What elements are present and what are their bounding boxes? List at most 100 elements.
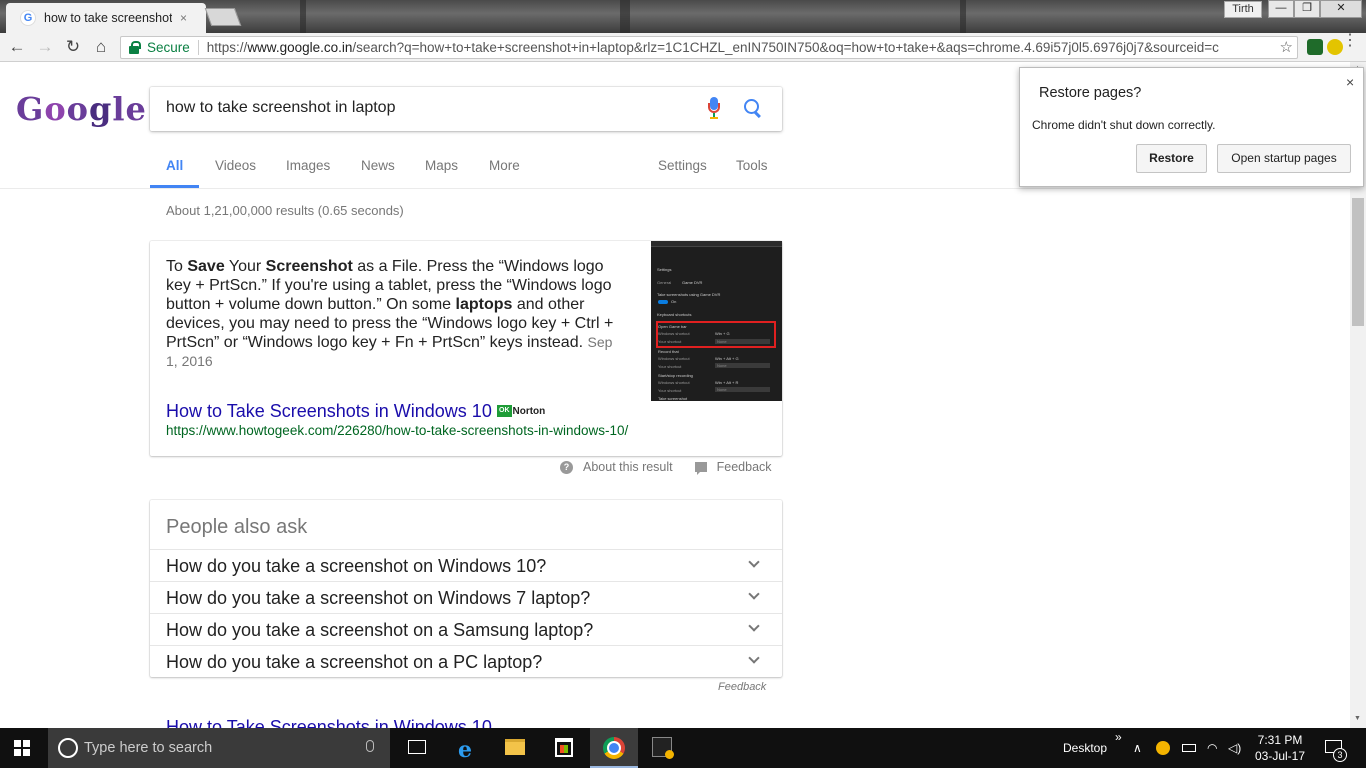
forward-icon[interactable]: → xyxy=(34,37,56,57)
edge-icon[interactable]: e xyxy=(458,737,472,763)
google-doodle-logo[interactable]: Google xyxy=(16,90,147,128)
windows-taskbar: Type here to search e Desktop » ∧ ◠ ◁) 7… xyxy=(0,728,1366,768)
google-favicon-icon: G xyxy=(20,10,36,26)
thumb-text: Settings xyxy=(657,267,672,272)
windows-start-icon[interactable] xyxy=(14,740,31,756)
paa-question[interactable]: How do you take a screenshot on Windows … xyxy=(150,549,782,581)
chrome-icon[interactable] xyxy=(603,737,625,759)
result-url[interactable]: https://www.howtogeek.com/226280/how-to-… xyxy=(166,423,628,438)
search-input[interactable]: how to take screenshot in laptop xyxy=(150,87,782,131)
app-icon[interactable] xyxy=(652,737,674,759)
wifi-icon[interactable]: ◠ xyxy=(1207,741,1217,755)
back-icon[interactable]: ← xyxy=(6,37,28,57)
store-icon[interactable] xyxy=(555,738,573,757)
thumb-text: Open Game bar xyxy=(658,324,687,329)
feedback-link[interactable]: Feedback xyxy=(717,460,772,474)
home-icon[interactable]: ⌂ xyxy=(90,37,112,57)
file-explorer-icon[interactable] xyxy=(505,739,525,755)
notification-count: 3 xyxy=(1333,748,1347,762)
tab-more[interactable]: More xyxy=(489,158,520,173)
minimize-button[interactable]: — xyxy=(1268,0,1294,18)
chevron-down-icon xyxy=(748,556,760,568)
snippet-bold-text: Save xyxy=(187,258,225,275)
maximize-button[interactable]: ❐ xyxy=(1294,0,1320,18)
norton-check-icon: OK xyxy=(497,405,512,417)
paa-question[interactable]: How do you take a screenshot on a Samsun… xyxy=(150,613,782,645)
profile-button[interactable]: Tirth xyxy=(1224,1,1262,18)
url-path: /search?q=how+to+take+screenshot+in+lapt… xyxy=(352,40,1219,55)
system-clock[interactable]: 7:31 PM 03-Jul-17 xyxy=(1252,732,1308,764)
taskbar-search-box[interactable]: Type here to search xyxy=(48,728,390,768)
battery-icon[interactable] xyxy=(1182,744,1196,752)
restore-pages-bubble: Restore pages? × Chrome didn't shut down… xyxy=(1019,67,1364,187)
thumb-text: None xyxy=(717,339,727,344)
search-icon[interactable] xyxy=(744,99,764,119)
volume-icon[interactable]: ◁) xyxy=(1228,741,1241,755)
microphone-icon[interactable] xyxy=(366,740,374,752)
show-hidden-icons-icon[interactable]: ∧ xyxy=(1133,741,1142,755)
tab-news[interactable]: News xyxy=(361,158,395,173)
thumb-text: Your shortcut xyxy=(658,364,682,369)
tab-maps[interactable]: Maps xyxy=(425,158,458,173)
clock-date: 03-Jul-17 xyxy=(1254,749,1306,763)
thumb-text: Your shortcut xyxy=(658,339,682,344)
voice-search-icon[interactable] xyxy=(708,97,720,121)
open-startup-pages-button[interactable]: Open startup pages xyxy=(1217,144,1351,173)
scroll-down-icon[interactable]: ▼ xyxy=(1354,715,1361,722)
thumb-text: Windows shortcut xyxy=(658,331,690,336)
paa-question[interactable]: How do you take a screenshot on a PC lap… xyxy=(150,645,782,677)
url-text[interactable]: https://www.google.co.in/search?q=how+to… xyxy=(207,40,1269,55)
browser-titlebar: G how to take screenshot i × Tirth — ❐ ✕ xyxy=(0,0,1366,33)
reload-icon[interactable]: ↻ xyxy=(62,37,84,57)
thumb-text: Windows shortcut xyxy=(658,380,690,385)
url-host: www.google.co.in xyxy=(247,40,353,55)
search-tabs: All Videos Images News Maps More Setting… xyxy=(150,158,790,189)
new-tab-button[interactable] xyxy=(204,8,242,26)
clock-time: 7:31 PM xyxy=(1257,733,1303,747)
extension-icon[interactable] xyxy=(1307,39,1323,55)
divider xyxy=(197,40,199,55)
scrollbar-thumb[interactable] xyxy=(1352,198,1364,326)
extension-icon[interactable] xyxy=(1327,39,1343,55)
paa-question[interactable]: How do you take a screenshot on Windows … xyxy=(150,581,782,613)
tab-title: how to take screenshot i xyxy=(44,11,172,25)
logo-letter: G xyxy=(16,90,45,128)
task-view-icon[interactable] xyxy=(408,740,426,754)
restore-message: Chrome didn't shut down correctly. xyxy=(1032,118,1216,132)
search-query[interactable]: how to take screenshot in laptop xyxy=(166,99,395,117)
tab-images[interactable]: Images xyxy=(286,158,330,173)
restore-button[interactable]: Restore xyxy=(1136,144,1207,173)
result-title-link[interactable]: How to Take Screenshots in Windows 10 xyxy=(166,717,492,728)
chevron-down-icon xyxy=(748,620,760,632)
result-title-link[interactable]: How to Take Screenshots in Windows 10 xyxy=(166,401,492,422)
taskbar-search-placeholder: Type here to search xyxy=(84,740,213,756)
browser-tab[interactable]: G how to take screenshot i × xyxy=(6,3,206,33)
tray-app-icon[interactable] xyxy=(1156,741,1170,755)
toolbar-overflow-icon[interactable]: » xyxy=(1115,730,1122,744)
chrome-menu-icon[interactable]: ⋮ xyxy=(1342,33,1358,49)
tab-settings[interactable]: Settings xyxy=(658,158,707,173)
thumbnail-titlebar xyxy=(651,241,782,247)
tab-close-icon[interactable]: × xyxy=(180,11,187,25)
browser-toolbar: ← → ↻ ⌂ Secure https://www.google.co.in/… xyxy=(0,33,1366,62)
thumb-text: Take screenshots using Game DVR xyxy=(657,292,721,297)
featured-snippet-text: To Save Your Screenshot as a File. Press… xyxy=(166,257,626,371)
paa-question-text: How do you take a screenshot on Windows … xyxy=(166,556,547,576)
paa-feedback-link[interactable]: Feedback xyxy=(718,681,766,693)
close-icon[interactable]: × xyxy=(1346,74,1354,90)
thumb-text: Your shortcut xyxy=(658,388,682,393)
featured-thumbnail[interactable]: Settings General Game DVR Take screensho… xyxy=(651,241,782,401)
desktop-toolbar-label[interactable]: Desktop xyxy=(1063,741,1107,755)
window-close-button[interactable]: ✕ xyxy=(1320,0,1362,18)
logo-letter: e xyxy=(125,90,147,128)
tab-tools[interactable]: Tools xyxy=(736,158,768,173)
tab-all[interactable]: All xyxy=(166,158,183,173)
bookmark-star-icon[interactable]: ☆ xyxy=(1280,38,1293,56)
about-this-result-link[interactable]: About this result xyxy=(583,460,673,474)
address-bar[interactable]: Secure https://www.google.co.in/search?q… xyxy=(120,36,1298,59)
background-decoration xyxy=(620,0,630,33)
thumb-text: Win + G xyxy=(715,331,730,336)
active-tab-indicator xyxy=(150,185,199,188)
tab-videos[interactable]: Videos xyxy=(215,158,256,173)
norton-safe-badge[interactable]: OK Norton xyxy=(497,405,545,417)
